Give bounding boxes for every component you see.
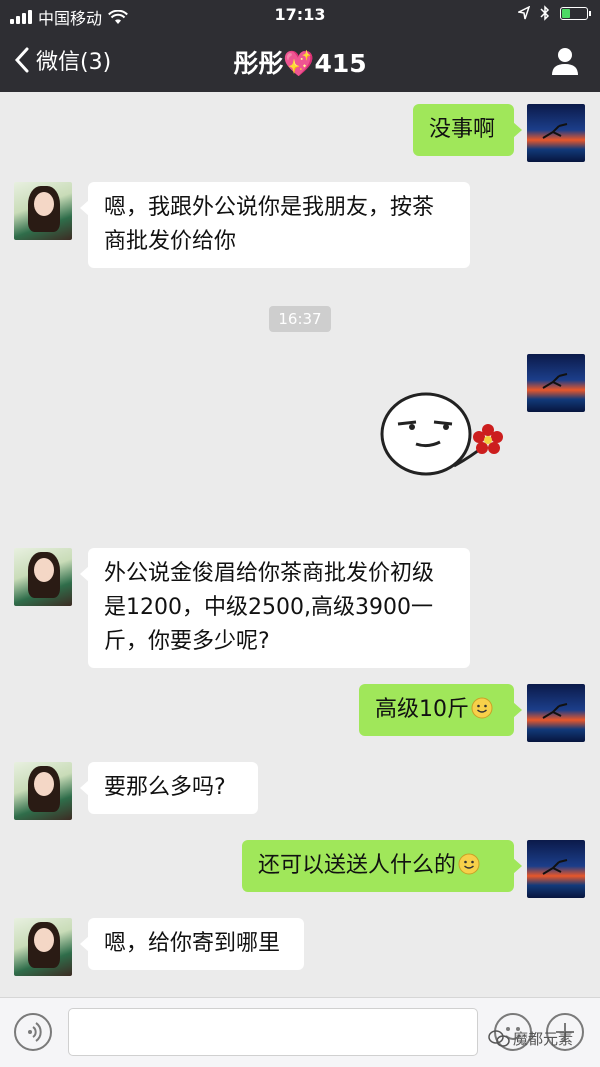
message-bubble-contact[interactable]: 外公说金俊眉给你茶商批发价初级是1200，中级2500,高级3900一斤，你要多…: [80, 548, 470, 668]
contact-avatar[interactable]: [14, 182, 72, 240]
self-avatar[interactable]: [527, 104, 585, 162]
self-avatar[interactable]: [527, 840, 585, 898]
message-input[interactable]: [68, 1008, 478, 1056]
message-bubble-self[interactable]: 还可以送送人什么的: [242, 840, 522, 892]
self-avatar[interactable]: [527, 684, 585, 742]
battery-icon: [560, 6, 591, 20]
location-arrow-icon: [518, 6, 530, 20]
contact-avatar[interactable]: [14, 918, 72, 976]
message-bubble-self[interactable]: 高级10斤: [359, 684, 522, 736]
message-bubble-contact[interactable]: 嗯，我跟外公说你是我朋友，按茶商批发价给你: [80, 182, 470, 268]
smile-emoji-icon: [458, 853, 480, 875]
wechat-logo-icon: [488, 1029, 510, 1047]
voice-input-button[interactable]: [14, 1013, 52, 1051]
self-avatar[interactable]: [527, 354, 585, 412]
message-bubble-self[interactable]: 没事啊: [413, 104, 522, 156]
smirk-face-with-flower-sticker[interactable]: [376, 382, 516, 492]
message-bubble-contact[interactable]: 要那么多吗?: [80, 762, 258, 814]
message-bubble-contact[interactable]: 嗯，给你寄到哪里: [80, 918, 304, 970]
contact-profile-icon[interactable]: [550, 46, 580, 76]
status-bar: 中国移动 17:13: [0, 0, 600, 30]
time-divider: 16:37: [269, 306, 331, 332]
nav-bar: 微信(3) 彤彤💖415: [0, 30, 600, 92]
contact-avatar[interactable]: [14, 762, 72, 820]
title-heart: 💖: [283, 49, 315, 78]
clock: 17:13: [274, 5, 326, 24]
title-name: 彤彤: [233, 49, 284, 78]
watermark-text: 魔都元素: [513, 1030, 574, 1048]
smile-emoji-icon: [471, 697, 493, 719]
title-suffix: 415: [314, 49, 367, 78]
bluetooth-icon: [540, 5, 550, 21]
contact-avatar[interactable]: [14, 548, 72, 606]
chat-area[interactable]: 没事啊 嗯，我跟外公说你是我朋友，按茶商批发价给你 16:37 外公说金俊眉给你…: [0, 92, 600, 997]
watermark: 魔都元素: [488, 1028, 573, 1049]
chat-title: 彤彤💖415: [0, 44, 600, 80]
voice-icon: [28, 1022, 42, 1042]
